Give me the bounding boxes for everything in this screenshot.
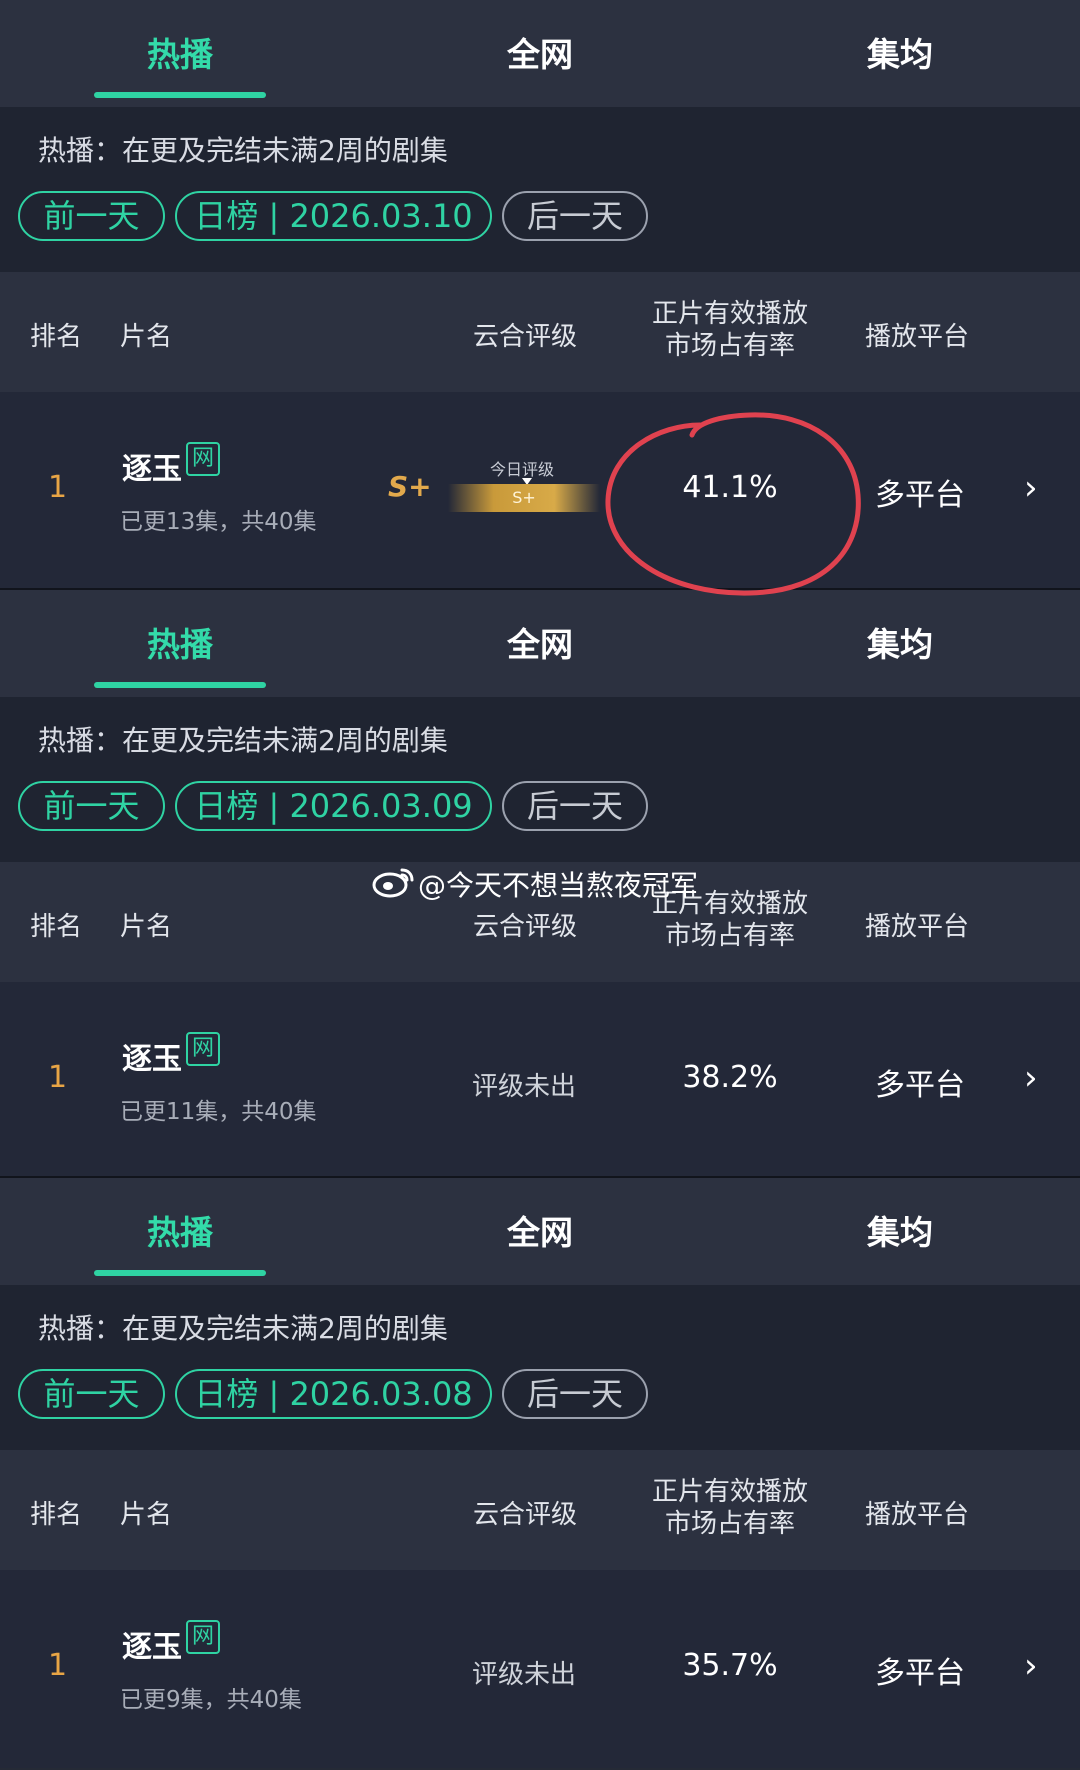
filter-bar: 热播：在更及完结未满2周的剧集 前一天 日榜 | 2026.03.08 后一天 (0, 1285, 1080, 1450)
today-rating-label: 今日评级 (490, 460, 555, 479)
web-drama-badge: 网 (186, 1032, 220, 1066)
market-share-value: 35.7% (682, 1648, 778, 1683)
rating-status: 评级未出 (472, 1660, 577, 1690)
web-drama-badge: 网 (186, 442, 220, 476)
chevron-right-icon[interactable]: › (1024, 468, 1038, 508)
tab-episode-average[interactable]: 集均 (800, 618, 1000, 666)
next-day-button[interactable]: 后一天 (502, 191, 648, 241)
filter-description: 热播：在更及完结未满2周的剧集 (38, 724, 448, 757)
annotation-circle (605, 412, 861, 596)
next-day-button[interactable]: 后一天 (502, 781, 648, 831)
chevron-right-icon[interactable]: › (1024, 1646, 1038, 1686)
date-selector[interactable]: 日榜 | 2026.03.08 (175, 1369, 492, 1419)
tab-bar: 热播 全网 集均 (0, 1178, 1080, 1285)
table-row[interactable]: 1 逐玉 网 已更11集，共40集 评级未出 38.2% 多平台 › (0, 982, 1080, 1180)
col-market-share-line2: 市场占有率 (664, 1509, 795, 1539)
table-header: 排名 片名 云合评级 正片有效播放 市场占有率 播放平台 (0, 1450, 1080, 1570)
tab-all-network[interactable]: 全网 (440, 618, 640, 666)
col-title: 片名 (120, 1500, 173, 1530)
tab-bar: 热播 全网 集均 (0, 0, 1080, 107)
col-title: 片名 (120, 912, 173, 942)
rating-grade: S+ (388, 470, 432, 503)
rating-bar: S+ (448, 484, 600, 512)
col-rank: 排名 (30, 322, 83, 352)
row-rank: 1 (48, 1648, 68, 1683)
rating-status: 评级未出 (472, 1072, 577, 1102)
col-rating: 云合评级 (473, 1500, 578, 1530)
market-share-value: 38.2% (682, 1060, 778, 1095)
date-selector[interactable]: 日榜 | 2026.03.09 (175, 781, 492, 831)
tab-hot[interactable]: 热播 (80, 28, 280, 76)
web-drama-badge: 网 (186, 1620, 220, 1654)
col-rank: 排名 (30, 912, 83, 942)
filter-description: 热播：在更及完结未满2周的剧集 (38, 134, 448, 167)
platform-value: 多平台 (875, 1656, 965, 1691)
prev-day-button[interactable]: 前一天 (18, 191, 165, 241)
tab-active-indicator (94, 682, 266, 688)
row-rank: 1 (48, 1060, 68, 1095)
date-selector[interactable]: 日榜 | 2026.03.10 (175, 191, 492, 241)
col-platform: 播放平台 (865, 912, 970, 942)
col-rating: 云合评级 (473, 322, 578, 352)
col-rank: 排名 (30, 1500, 83, 1530)
row-rank: 1 (48, 470, 68, 505)
col-title: 片名 (120, 322, 173, 352)
tab-active-indicator (94, 1270, 266, 1276)
col-market-share: 正片有效播放 市场占有率 (640, 1476, 820, 1540)
filter-bar: 热播：在更及完结未满2周的剧集 前一天 日榜 | 2026.03.10 后一天 (0, 107, 1080, 272)
chevron-right-icon[interactable]: › (1024, 1058, 1038, 1098)
tab-hot[interactable]: 热播 (80, 1206, 280, 1254)
col-market-share: 正片有效播放 市场占有率 (640, 298, 820, 362)
tab-bar: 热播 全网 集均 (0, 590, 1080, 697)
tab-hot[interactable]: 热播 (80, 618, 280, 666)
show-title: 逐玉 (122, 1630, 182, 1665)
next-day-button[interactable]: 后一天 (502, 1369, 648, 1419)
tab-active-indicator (94, 92, 266, 98)
table-header: 排名 片名 云合评级 正片有效播放 市场占有率 播放平台 (0, 272, 1080, 392)
prev-day-button[interactable]: 前一天 (18, 1369, 165, 1419)
prev-day-button[interactable]: 前一天 (18, 781, 165, 831)
table-row[interactable]: 1 逐玉 网 已更9集，共40集 评级未出 35.7% 多平台 › (0, 1570, 1080, 1768)
show-title: 逐玉 (122, 452, 182, 487)
weibo-icon (372, 868, 414, 898)
col-market-share-line2: 市场占有率 (664, 921, 795, 951)
tab-all-network[interactable]: 全网 (440, 1206, 640, 1254)
col-market-share-line1: 正片有效播放 (651, 299, 808, 329)
platform-value: 多平台 (875, 1068, 965, 1103)
col-platform: 播放平台 (865, 322, 970, 352)
tab-all-network[interactable]: 全网 (440, 28, 640, 76)
show-title: 逐玉 (122, 1042, 182, 1077)
tab-episode-average[interactable]: 集均 (800, 28, 1000, 76)
table-row[interactable]: 1 逐玉 网 已更13集，共40集 S+ 今日评级 S+ 41.1% 多平台 › (0, 392, 1080, 590)
today-rating-value: S+ (512, 488, 536, 507)
platform-value: 多平台 (875, 478, 965, 513)
filter-bar: 热播：在更及完结未满2周的剧集 前一天 日榜 | 2026.03.09 后一天 (0, 697, 1080, 862)
episode-progress: 已更11集，共40集 (120, 1099, 317, 1125)
filter-description: 热播：在更及完结未满2周的剧集 (38, 1312, 448, 1345)
episode-progress: 已更9集，共40集 (120, 1687, 302, 1713)
col-rating: 云合评级 (473, 912, 578, 942)
col-market-share-line1: 正片有效播放 (651, 1477, 808, 1507)
col-platform: 播放平台 (865, 1500, 970, 1530)
tab-episode-average[interactable]: 集均 (800, 1206, 1000, 1254)
episode-progress: 已更13集，共40集 (120, 509, 317, 535)
col-market-share-line2: 市场占有率 (664, 331, 795, 361)
watermark-text: @今天不想当熬夜冠军 (418, 869, 699, 902)
